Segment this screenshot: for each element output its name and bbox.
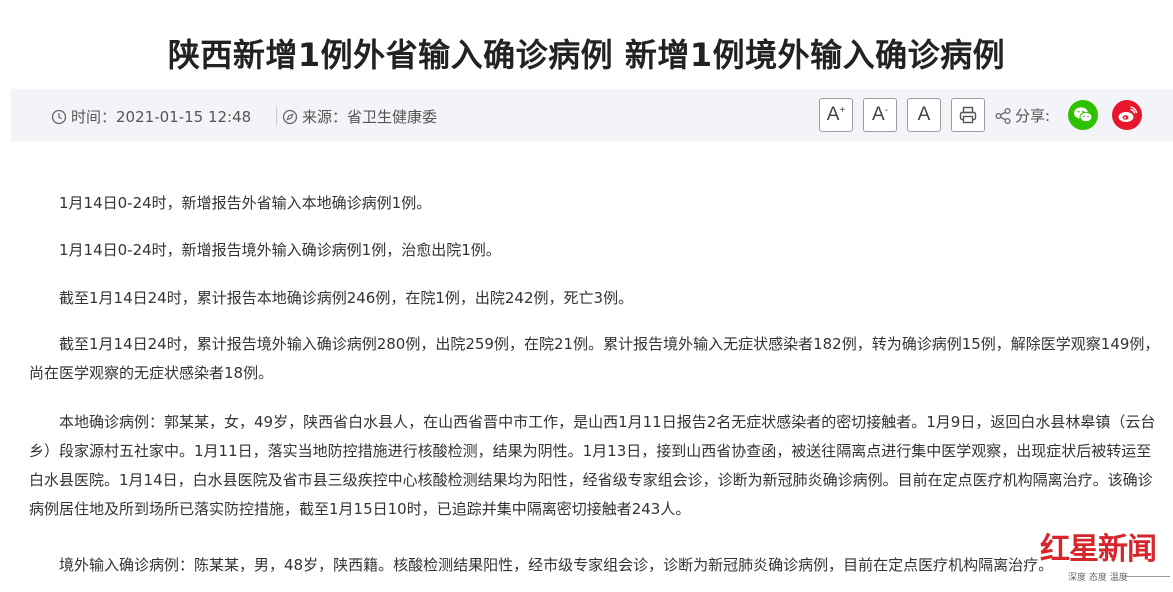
share-label: 分享: (1015, 107, 1051, 125)
article-title: 陕西新增1例外省输入确诊病例 新增1例境外输入确诊病例 (167, 36, 1006, 74)
share-section: 分享: (994, 105, 1050, 126)
source-label: 来源： (302, 108, 348, 126)
weibo-share-button[interactable] (1112, 100, 1142, 130)
compass-icon (282, 109, 298, 124)
weibo-icon (1118, 106, 1137, 122)
meta-divider (276, 107, 277, 125)
brand-logo: 红星新闻 (1040, 532, 1157, 567)
article-paragraph: 境外输入确诊病例：陈某某，男，48岁，陕西籍。核酸检测结果阳性，经市级专家组会诊… (59, 556, 1054, 574)
article-paragraph: 截至1月14日24时，累计报告境外输入确诊病例280例，出院259例，在院21例… (29, 335, 1160, 382)
font-reset-button[interactable]: A (907, 98, 941, 132)
brand-watermark: 红星新闻 深度 态度 温度 (1040, 524, 1170, 584)
clock-icon (51, 109, 67, 124)
article-meta-bar: 时间： 2021-01-15 12:48 来源： 省卫生健康委 A+ A- A (11, 89, 1173, 141)
printer-icon (959, 106, 977, 124)
publish-time: 时间： 2021-01-15 12:48 (51, 106, 251, 127)
brand-divider (1125, 576, 1170, 577)
time-label: 时间： (71, 108, 117, 126)
source-value: 省卫生健康委 (347, 108, 438, 126)
article-paragraph: 1月14日0-24时，新增报告外省输入本地确诊病例1例。 (59, 194, 432, 212)
article-source: 来源： 省卫生健康委 (282, 106, 437, 127)
share-icon (995, 107, 1011, 124)
wechat-icon (1074, 107, 1093, 123)
brand-slogan: 深度 态度 温度 (1068, 573, 1128, 583)
article-paragraph: 截至1月14日24时，累计报告本地确诊病例246例，在院1例，出院242例，死亡… (59, 289, 634, 307)
font-decrease-button[interactable]: A- (863, 98, 897, 132)
font-increase-button[interactable]: A + (819, 98, 853, 132)
time-value: 2021-01-15 12:48 (116, 107, 252, 126)
print-button[interactable] (951, 98, 985, 132)
wechat-share-button[interactable] (1068, 100, 1098, 130)
article-paragraph: 1月14日0-24时，新增报告境外输入确诊病例1例，治愈出院1例。 (59, 241, 501, 259)
article-paragraph: 本地确诊病例：郭某某，女，49岁，陕西省白水县人，在山西省晋中市工作，是山西1月… (29, 413, 1156, 518)
